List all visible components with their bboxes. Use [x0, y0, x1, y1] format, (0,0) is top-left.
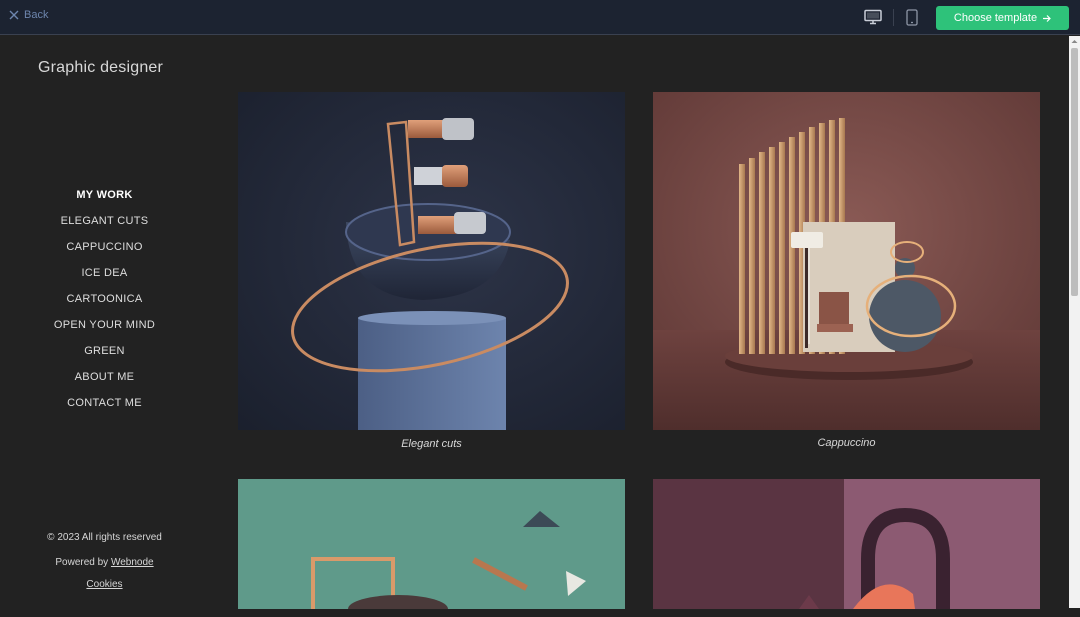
back-label: Back	[24, 9, 49, 21]
nav-item-open-your-mind[interactable]: OPEN YOUR MIND	[0, 318, 209, 344]
copyright-text: © 2023 All rights reserved	[47, 532, 162, 543]
nav-item-contact-me[interactable]: CONTACT ME	[0, 396, 209, 422]
elegant-cuts-image[interactable]	[238, 92, 625, 430]
nav-item-ice-dea[interactable]: ICE DEA	[0, 266, 209, 292]
site-title[interactable]: Graphic designer	[38, 59, 163, 77]
mobile-icon	[906, 9, 918, 26]
webnode-link[interactable]: Webnode	[111, 557, 154, 568]
choose-template-button[interactable]: Choose template	[936, 6, 1069, 30]
main-navigation: MY WORK ELEGANT CUTS CAPPUCCINO ICE DEA …	[0, 188, 209, 422]
powered-by-prefix: Powered by	[55, 557, 111, 568]
cappuccino-image[interactable]	[653, 92, 1040, 430]
gallery-item-elegant-cuts[interactable]: Elegant cuts	[238, 92, 625, 450]
top-bar: Back Choose template	[0, 0, 1080, 35]
cartoonica-image[interactable]	[653, 479, 1040, 609]
gallery-item-cartoonica[interactable]	[653, 479, 1040, 617]
mobile-view-button[interactable]	[906, 9, 918, 31]
close-icon	[9, 10, 19, 20]
ice-dea-image[interactable]	[238, 479, 625, 609]
gallery-item-ice-dea[interactable]	[238, 479, 625, 617]
scrollbar-thumb[interactable]	[1071, 48, 1078, 296]
nav-item-about-me[interactable]: ABOUT ME	[0, 370, 209, 396]
cookies-row: Cookies	[0, 579, 209, 590]
gallery-caption: Elegant cuts	[401, 438, 462, 450]
powered-by: Powered by Webnode	[0, 557, 209, 568]
cookies-link[interactable]: Cookies	[86, 579, 122, 590]
nav-item-cappuccino[interactable]: CAPPUCCINO	[0, 240, 209, 266]
arrow-right-icon	[1043, 14, 1051, 22]
gallery-item-cappuccino[interactable]: Cappuccino	[653, 92, 1040, 449]
gallery-caption: Cappuccino	[817, 437, 876, 449]
nav-item-my-work[interactable]: MY WORK	[0, 188, 209, 214]
nav-item-cartoonica[interactable]: CARTOONICA	[0, 292, 209, 318]
toolbar-divider	[893, 9, 894, 26]
desktop-icon	[864, 9, 882, 25]
choose-template-label: Choose template	[953, 12, 1038, 24]
nav-item-green[interactable]: GREEN	[0, 344, 209, 370]
page-scrollbar[interactable]	[1069, 36, 1080, 608]
desktop-view-button[interactable]	[864, 9, 882, 30]
back-button[interactable]: Back	[9, 9, 48, 21]
nav-item-elegant-cuts[interactable]: ELEGANT CUTS	[0, 214, 209, 240]
scroll-up-arrow-icon[interactable]	[1069, 36, 1080, 47]
